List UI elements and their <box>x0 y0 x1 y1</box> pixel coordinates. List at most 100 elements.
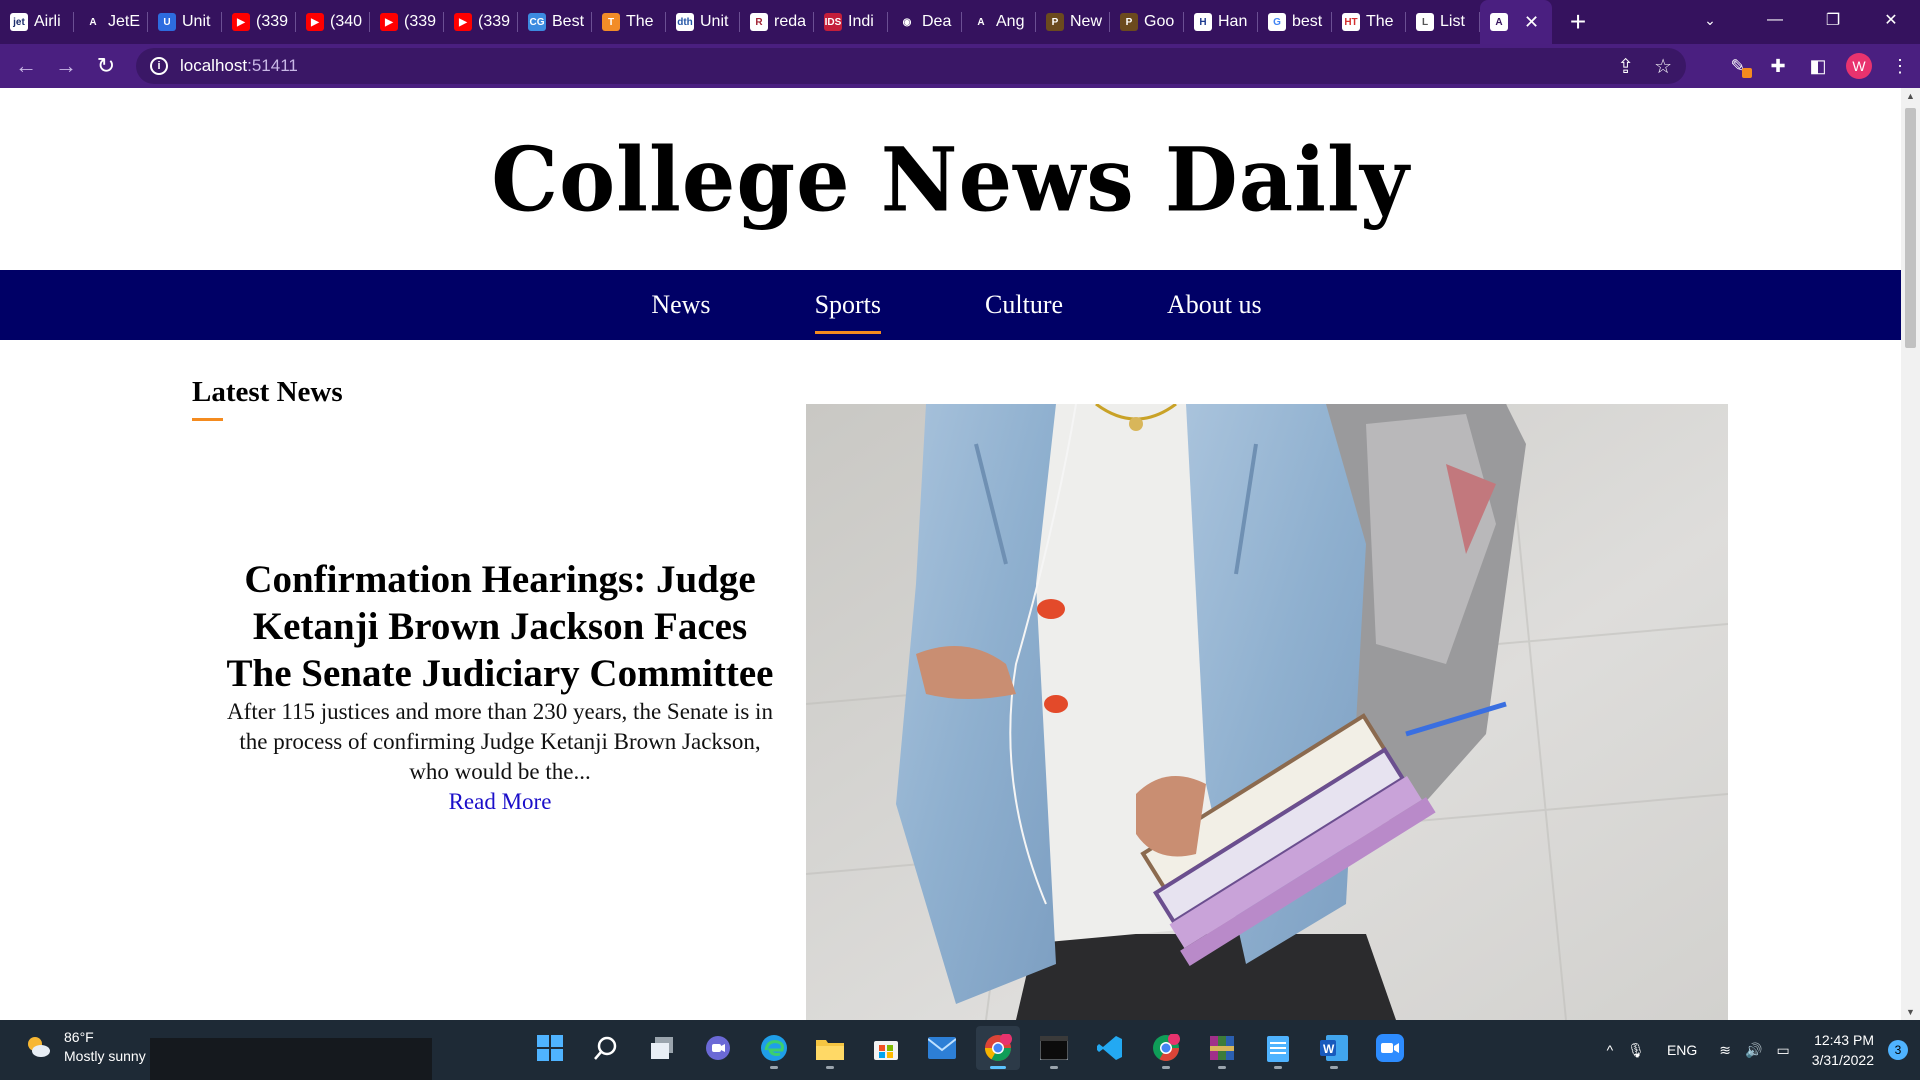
task-view-button[interactable] <box>640 1026 684 1070</box>
vscode-app[interactable] <box>1088 1026 1132 1070</box>
section-title-underline <box>192 418 223 421</box>
zoom-icon <box>1376 1034 1404 1062</box>
browser-tab[interactable]: L List <box>1406 0 1480 44</box>
mail-app[interactable] <box>920 1026 964 1070</box>
clock[interactable]: 12:43 PM 3/31/2022 <box>1812 1030 1874 1070</box>
partly-sunny-icon <box>28 1037 50 1057</box>
terminal-app[interactable] <box>1032 1026 1076 1070</box>
winrar-app[interactable] <box>1200 1026 1244 1070</box>
tab-title: Unit <box>182 13 211 30</box>
main-nav: News Sports Culture About us <box>0 270 1901 340</box>
chrome-profile-icon <box>1153 1034 1180 1062</box>
chrome-icon <box>984 1034 1012 1062</box>
new-tab-button[interactable]: + <box>1558 0 1598 44</box>
chrome-profile-app[interactable] <box>1144 1026 1188 1070</box>
wifi-icon[interactable]: ≋ <box>1719 1042 1731 1059</box>
word-app[interactable]: W <box>1312 1026 1356 1070</box>
start-button[interactable] <box>528 1026 572 1070</box>
puzzle-extensions-icon[interactable]: ✚ <box>1766 54 1790 78</box>
word-icon: W <box>1320 1035 1348 1061</box>
edge-app[interactable] <box>752 1026 796 1070</box>
nav-link-culture[interactable]: Culture <box>985 270 1063 340</box>
close-icon[interactable]: ✕ <box>1524 12 1539 33</box>
volume-icon[interactable]: 🔊 <box>1745 1042 1762 1059</box>
nav-link-news[interactable]: News <box>651 270 710 340</box>
microphone-icon[interactable]: 🎙 <box>1627 1042 1645 1059</box>
bookmark-star-icon[interactable]: ☆ <box>1654 54 1672 79</box>
svg-text:W: W <box>1323 1042 1335 1056</box>
minimize-button[interactable]: — <box>1746 0 1804 40</box>
browser-tab[interactable]: ▶ (339 <box>370 0 444 44</box>
language-indicator[interactable]: ENG <box>1667 1042 1697 1058</box>
tab-favicon-icon: jet <box>10 13 28 31</box>
browser-tab[interactable]: P Goo <box>1110 0 1184 44</box>
tab-favicon-icon: P <box>1046 13 1064 31</box>
masthead: College News Daily <box>0 88 1901 270</box>
browser-tab[interactable]: A Ang <box>962 0 1036 44</box>
browser-tab[interactable]: ▶ (339 <box>222 0 296 44</box>
browser-tab[interactable]: ◉ Dea <box>888 0 962 44</box>
browser-tab[interactable]: A JetE <box>74 0 148 44</box>
tab-favicon-icon: ▶ <box>380 13 398 31</box>
chevron-up-icon[interactable]: ^ <box>1607 1042 1614 1058</box>
chat-button[interactable] <box>696 1026 740 1070</box>
web-page: College News Daily News Sports Culture Abou… <box>0 88 1901 1020</box>
tab-active[interactable]: A ✕ <box>1480 0 1552 44</box>
browser-tab[interactable]: H Han <box>1184 0 1258 44</box>
close-window-button[interactable]: ✕ <box>1862 0 1920 40</box>
nav-link-about-us[interactable]: About us <box>1167 270 1262 340</box>
browser-tab[interactable]: U Unit <box>148 0 222 44</box>
battery-icon[interactable]: ▭ <box>1776 1042 1789 1059</box>
nav-link-sports[interactable]: Sports <box>814 270 882 340</box>
browser-tab[interactable]: ▶ (339 <box>444 0 518 44</box>
chrome-app[interactable] <box>976 1026 1020 1070</box>
store-app[interactable] <box>864 1026 908 1070</box>
browser-tab[interactable]: dth Unit <box>666 0 740 44</box>
back-button[interactable]: ← <box>6 46 46 86</box>
browser-tab[interactable]: HT The <box>1332 0 1406 44</box>
store-icon <box>874 1041 898 1060</box>
tab-title: Airli <box>34 13 61 30</box>
notepad-app[interactable] <box>1256 1026 1300 1070</box>
forward-button[interactable]: → <box>46 46 86 86</box>
browser-tab[interactable]: CG Best <box>518 0 592 44</box>
browser-toolbar: ← → ↻ i localhost:51411 ⇪ ☆ ✎ ✚ ◧ W ⋮ <box>0 44 1920 88</box>
search-button[interactable] <box>584 1026 628 1070</box>
browser-tab[interactable]: Rreda <box>740 0 814 44</box>
tab-title: New <box>1070 13 1102 30</box>
tab-title: The <box>1366 13 1394 30</box>
browser-tab[interactable]: ▶ (340 <box>296 0 370 44</box>
notepad-icon <box>1267 1036 1289 1062</box>
browser-tab[interactable]: T The <box>592 0 666 44</box>
zoom-app[interactable] <box>1368 1026 1412 1070</box>
extension-icon[interactable]: ✎ <box>1726 54 1752 78</box>
profile-avatar[interactable]: W <box>1846 53 1872 79</box>
restore-button[interactable]: ❐ <box>1804 0 1862 40</box>
browser-tab[interactable]: Gbest <box>1258 0 1332 44</box>
site-title[interactable]: College News Daily <box>491 127 1410 231</box>
site-info-icon[interactable]: i <box>150 57 168 75</box>
file-explorer-app[interactable] <box>808 1026 852 1070</box>
tab-favicon-icon: R <box>750 13 768 31</box>
chevron-down-icon[interactable]: ⌄ <box>1690 0 1730 40</box>
scroll-up-arrow-icon[interactable]: ▲ <box>1901 88 1920 104</box>
tab-title: Unit <box>700 13 729 30</box>
read-more-link[interactable]: Read More <box>449 787 552 817</box>
side-panel-icon[interactable]: ◧ <box>1806 54 1830 78</box>
tab-title: Indi <box>848 13 874 30</box>
address-bar[interactable]: i localhost:51411 ⇪ ☆ <box>136 48 1686 84</box>
scroll-down-arrow-icon[interactable]: ▼ <box>1901 1004 1920 1020</box>
vscode-icon <box>1097 1036 1122 1060</box>
notification-badge[interactable]: 3 <box>1888 1040 1908 1060</box>
tab-title: List <box>1440 13 1465 30</box>
kebab-menu-icon[interactable]: ⋮ <box>1888 54 1912 78</box>
reload-button[interactable]: ↻ <box>86 46 126 86</box>
browser-tab[interactable]: IDS Indi <box>814 0 888 44</box>
weather-widget[interactable]: 86°F Mostly sunny <box>24 1028 146 1066</box>
scrollbar-thumb[interactable] <box>1905 108 1916 348</box>
tab-title: best <box>1292 13 1323 30</box>
share-icon[interactable]: ⇪ <box>1617 54 1634 79</box>
browser-tab[interactable]: jet Airli <box>0 0 74 44</box>
page-scrollbar[interactable]: ▲ ▼ <box>1901 88 1920 1020</box>
browser-tab[interactable]: P New <box>1036 0 1110 44</box>
